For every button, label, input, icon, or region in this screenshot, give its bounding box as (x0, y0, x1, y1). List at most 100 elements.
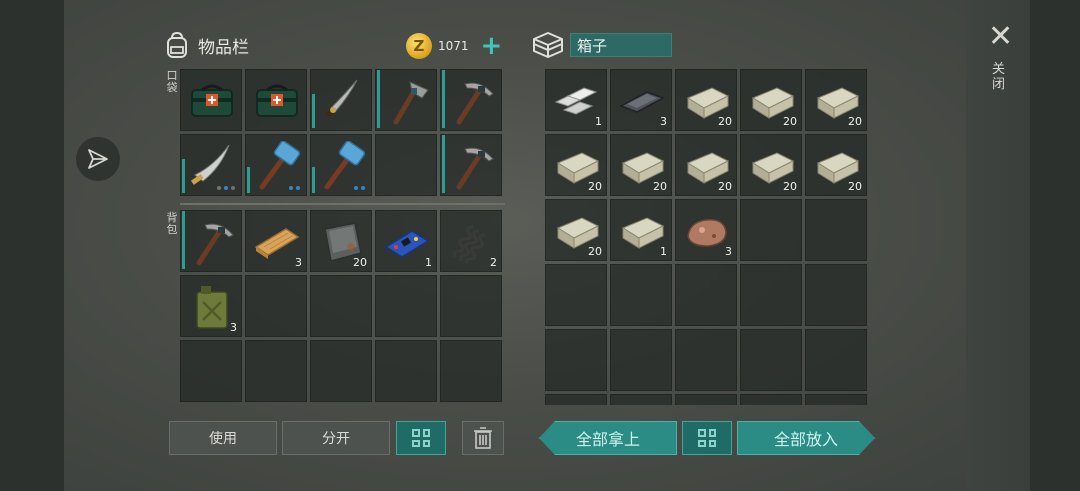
inventory-slot[interactable] (545, 264, 607, 326)
box-grid-viewport[interactable]: 1 3 20 20 20 20 20 20 20 20 20 1 3 (545, 69, 871, 405)
trash-button[interactable] (462, 421, 504, 455)
item-count: 20 (718, 180, 732, 193)
inventory-slot[interactable] (375, 134, 437, 196)
durability-bar (442, 135, 445, 193)
inventory-slot[interactable] (440, 69, 502, 131)
item-count: 2 (490, 256, 497, 269)
inventory-slot[interactable] (375, 275, 437, 337)
inventory-slot[interactable] (180, 69, 242, 131)
inventory-slot[interactable] (740, 264, 802, 326)
durability-bar (442, 70, 445, 128)
attachment-dots (289, 186, 300, 190)
item-count: 3 (230, 321, 237, 334)
inventory-slot[interactable] (180, 340, 242, 402)
inventory-slot[interactable] (740, 199, 802, 261)
durability-bar (312, 167, 315, 193)
inventory-slot[interactable]: 20 (675, 134, 737, 196)
inventory-slot[interactable] (310, 275, 372, 337)
inventory-slot[interactable] (610, 264, 672, 326)
inventory-slot[interactable] (245, 275, 307, 337)
inventory-slot[interactable] (245, 69, 307, 131)
inventory-slot[interactable] (180, 134, 242, 196)
inventory-slot[interactable]: 2 (440, 210, 502, 272)
box-grid: 1 3 20 20 20 20 20 20 20 20 20 1 3 (545, 69, 867, 405)
backpack-icon (167, 31, 187, 58)
inventory-slot[interactable]: 20 (545, 199, 607, 261)
inventory-slot[interactable] (440, 275, 502, 337)
split-button[interactable]: 分开 (282, 421, 390, 455)
attachment-dots (354, 186, 365, 190)
sort-inventory-button[interactable] (396, 421, 446, 455)
item-count: 1 (425, 256, 432, 269)
inventory-slot[interactable] (545, 329, 607, 391)
box-header: 箱子 (530, 30, 672, 60)
inventory-slot[interactable]: 20 (675, 69, 737, 131)
close-label[interactable]: 关闭 (992, 62, 1006, 92)
inventory-slot[interactable] (805, 329, 867, 391)
inventory-slot[interactable] (245, 134, 307, 196)
item-count: 20 (783, 180, 797, 193)
coin-symbol: Z (413, 37, 425, 55)
close-icon[interactable]: ✕ (988, 22, 1013, 52)
inventory-slot[interactable] (675, 394, 737, 405)
inventory-slot[interactable]: 20 (805, 69, 867, 131)
item-count: 20 (783, 115, 797, 128)
put-all-button[interactable]: 全部放入 (737, 421, 875, 455)
inventory-slot[interactable]: 20 (740, 134, 802, 196)
backpack-label: 背包 (166, 211, 178, 236)
inventory-slot[interactable] (610, 329, 672, 391)
item-count: 1 (660, 245, 667, 258)
sort-box-button[interactable] (682, 421, 732, 455)
sort-grid-icon (412, 429, 430, 447)
item-count: 20 (588, 245, 602, 258)
take-all-button[interactable]: 全部拿上 (539, 421, 677, 455)
inventory-slot[interactable]: 1 (375, 210, 437, 272)
item-count: 20 (353, 256, 367, 269)
coin-icon: Z (406, 33, 432, 59)
inventory-slot[interactable]: 3 (675, 199, 737, 261)
inventory-slot[interactable] (805, 199, 867, 261)
inventory-slot[interactable]: 20 (545, 134, 607, 196)
inventory-slot[interactable] (375, 340, 437, 402)
inventory-slot[interactable]: 3 (610, 69, 672, 131)
inventory-slot[interactable] (610, 394, 672, 405)
item-count: 20 (588, 180, 602, 193)
inventory-slot[interactable]: 20 (310, 210, 372, 272)
inventory-slot[interactable] (805, 264, 867, 326)
use-button[interactable]: 使用 (169, 421, 277, 455)
inventory-slot[interactable] (245, 340, 307, 402)
inventory-slot[interactable] (310, 340, 372, 402)
send-button[interactable] (76, 137, 120, 181)
inventory-slot[interactable] (375, 69, 437, 131)
durability-bar (247, 167, 250, 193)
inventory-slot[interactable] (740, 394, 802, 405)
inventory-slot[interactable] (805, 394, 867, 405)
inventory-slot[interactable]: 3 (180, 275, 242, 337)
inventory-slot[interactable]: 20 (740, 69, 802, 131)
inventory-slot[interactable]: 1 (610, 199, 672, 261)
durability-bar (182, 159, 185, 193)
item-count: 3 (660, 115, 667, 128)
item-count: 20 (848, 180, 862, 193)
coin-counter: Z 1071 + (406, 33, 502, 59)
pocket-label: 口袋 (166, 69, 178, 94)
inventory-slot[interactable] (310, 134, 372, 196)
inventory-slot[interactable] (440, 134, 502, 196)
inventory-slot[interactable] (675, 329, 737, 391)
inventory-slot[interactable] (740, 329, 802, 391)
inventory-slot[interactable] (545, 394, 607, 405)
item-count: 3 (725, 245, 732, 258)
add-coins-button[interactable]: + (481, 33, 503, 59)
backpack-grid: 3 20 1 2 3 (180, 210, 502, 402)
trash-icon (474, 427, 492, 449)
box-icon (533, 32, 563, 58)
inventory-slot[interactable] (180, 210, 242, 272)
inventory-slot[interactable] (440, 340, 502, 402)
inventory-slot[interactable] (675, 264, 737, 326)
inventory-slot[interactable] (310, 69, 372, 131)
item-count: 3 (295, 256, 302, 269)
inventory-slot[interactable]: 1 (545, 69, 607, 131)
inventory-slot[interactable]: 20 (805, 134, 867, 196)
inventory-slot[interactable]: 20 (610, 134, 672, 196)
inventory-slot[interactable]: 3 (245, 210, 307, 272)
